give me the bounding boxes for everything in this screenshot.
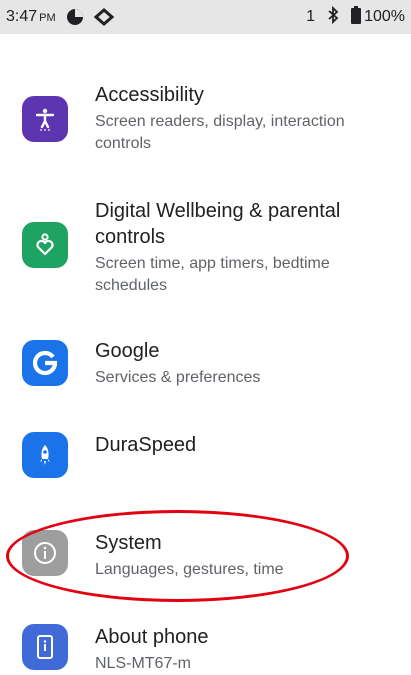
- google-icon: [22, 340, 68, 386]
- settings-item-google[interactable]: Google Services & preferences: [0, 338, 411, 398]
- wellbeing-texts: Digital Wellbeing & parental controls Sc…: [95, 198, 401, 297]
- battery-status: 100%: [351, 5, 405, 29]
- duraspeed-texts: DuraSpeed: [95, 432, 401, 458]
- accessibility-summary: Screen readers, display, interaction con…: [95, 113, 345, 152]
- status-time: 3:47 PM: [6, 8, 56, 26]
- bluetooth-icon: [327, 5, 339, 29]
- google-title: Google: [95, 340, 160, 362]
- status-time-ampm: PM: [39, 12, 56, 24]
- settings-item-duraspeed[interactable]: DuraSpeed: [0, 432, 411, 478]
- wellbeing-title: Digital Wellbeing & parental controls: [95, 200, 341, 248]
- about-phone-texts: About phone NLS-MT67-m: [95, 624, 401, 675]
- google-summary: Services & preferences: [95, 369, 261, 386]
- settings-item-accessibility[interactable]: Accessibility Screen readers, display, i…: [0, 82, 411, 172]
- status-time-value: 3:47: [6, 8, 38, 25]
- about-phone-summary: NLS-MT67-m: [95, 655, 192, 672]
- sim-slot-indicator: 1: [306, 8, 316, 25]
- system-title: System: [95, 532, 162, 554]
- status-bar: 3:47 PM 1 100%: [0, 0, 411, 34]
- wellbeing-summary: Screen time, app timers, bedtime schedul…: [95, 255, 330, 294]
- accessibility-texts: Accessibility Screen readers, display, i…: [95, 82, 401, 155]
- battery-percent: 100%: [364, 8, 405, 25]
- settings-item-system[interactable]: System Languages, gestures, time: [0, 530, 411, 590]
- settings-item-digital-wellbeing[interactable]: Digital Wellbeing & parental controls Sc…: [0, 198, 411, 318]
- settings-item-about-phone[interactable]: About phone NLS-MT67-m: [0, 624, 411, 674]
- rocket-icon: [22, 432, 68, 478]
- info-icon: [22, 530, 68, 576]
- phone-icon: [22, 624, 68, 670]
- system-texts: System Languages, gestures, time: [95, 530, 401, 581]
- data-saver-icon: [66, 8, 84, 26]
- accessibility-title: Accessibility: [95, 84, 204, 106]
- sync-icon: [93, 8, 114, 26]
- accessibility-icon: [22, 96, 68, 142]
- about-phone-title: About phone: [95, 626, 209, 648]
- wellbeing-heart-icon: [22, 222, 68, 268]
- battery-icon: [351, 5, 362, 29]
- google-texts: Google Services & preferences: [95, 338, 401, 389]
- status-right: 1 100%: [306, 5, 405, 29]
- system-summary: Languages, gestures, time: [95, 561, 284, 578]
- duraspeed-title: DuraSpeed: [95, 434, 197, 456]
